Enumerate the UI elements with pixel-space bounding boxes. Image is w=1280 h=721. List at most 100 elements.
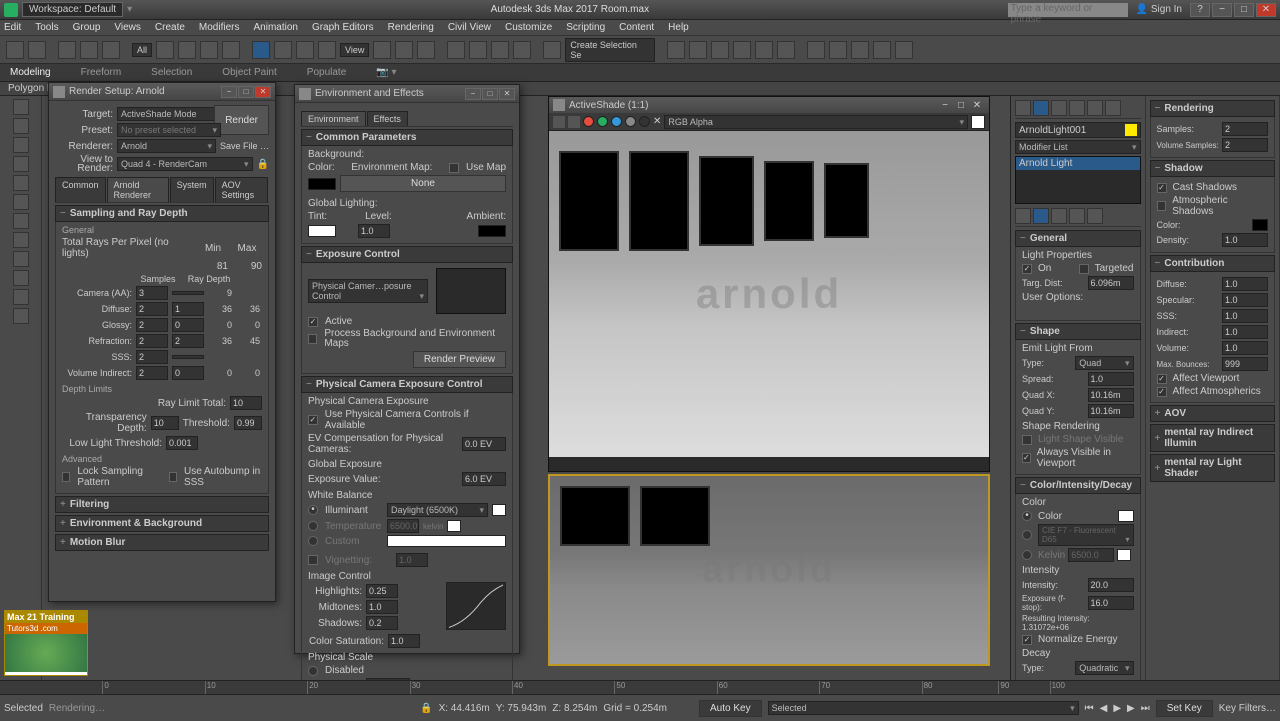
create-tab-icon[interactable]: [1015, 100, 1031, 116]
threshold-spinner[interactable]: 0.99: [234, 416, 262, 430]
preset-dropdown[interactable]: CIE F7 - Fluorescent D65: [1038, 524, 1134, 546]
keyfilters-link[interactable]: Key Filters…: [1219, 703, 1276, 714]
render-setup-icon[interactable]: [829, 41, 847, 59]
use-map-checkbox[interactable]: [449, 163, 459, 173]
density-spinner[interactable]: 1.0: [1222, 233, 1268, 247]
channel-mono-icon[interactable]: [639, 116, 650, 127]
dialog-titlebar[interactable]: Render Setup: Arnold −□✕: [49, 83, 275, 101]
select-icon[interactable]: [156, 41, 174, 59]
signin-link[interactable]: 👤 Sign In: [1136, 4, 1182, 15]
tool-icon[interactable]: [13, 270, 29, 286]
targeted-checkbox[interactable]: [1079, 264, 1089, 274]
sss-spinner[interactable]: 1.0: [1222, 309, 1268, 323]
placement-icon[interactable]: [318, 41, 336, 59]
menu-help[interactable]: Help: [668, 22, 689, 33]
menu-edit[interactable]: Edit: [4, 22, 21, 33]
rollout-rendering[interactable]: Rendering: [1150, 100, 1276, 117]
max-bounces-spinner[interactable]: 999: [1222, 357, 1268, 371]
keyboard-icon[interactable]: [417, 41, 435, 59]
active-checkbox[interactable]: [308, 317, 318, 327]
window-crossing-icon[interactable]: [222, 41, 240, 59]
save-image-icon[interactable]: [553, 116, 565, 128]
targ-dist-spinner[interactable]: 6.096m: [1088, 276, 1134, 290]
rollout-motion-blur[interactable]: Motion Blur: [55, 534, 269, 551]
autokey-button[interactable]: Auto Key: [699, 700, 762, 717]
tab-arnold-renderer[interactable]: Arnold Renderer: [107, 177, 169, 202]
vignetting-spinner[interactable]: 1.0: [396, 553, 428, 567]
render-frame-icon[interactable]: [851, 41, 869, 59]
close-icon[interactable]: ✕: [499, 88, 515, 100]
vol-samples-spinner[interactable]: 2: [1222, 138, 1268, 152]
ev-comp-spinner[interactable]: 0.0 EV: [462, 437, 506, 451]
configure-icon[interactable]: [1087, 208, 1103, 224]
user-options-field[interactable]: [1022, 303, 1134, 317]
menu-views[interactable]: Views: [114, 22, 141, 33]
kelvin-spinner[interactable]: 6500.0: [1068, 548, 1114, 562]
samples-spinner[interactable]: 2: [136, 366, 168, 380]
menu-animation[interactable]: Animation: [253, 22, 297, 33]
play-start-icon[interactable]: ⏮: [1085, 703, 1094, 714]
rollout-phys-exposure[interactable]: Physical Camera Exposure Control: [301, 376, 513, 393]
maximize-icon[interactable]: □: [238, 86, 254, 98]
percent-snap-icon[interactable]: [491, 41, 509, 59]
close-icon[interactable]: ✕: [255, 86, 271, 98]
redo-icon[interactable]: [28, 41, 46, 59]
clone-icon[interactable]: [568, 116, 580, 128]
rollout-exposure[interactable]: Exposure Control: [301, 246, 513, 263]
ribbon-toggle-icon[interactable]: [733, 41, 751, 59]
light-shape-checkbox[interactable]: [1022, 435, 1032, 445]
undo-icon[interactable]: [6, 41, 24, 59]
tab-system[interactable]: System: [170, 177, 214, 202]
viewport-titlebar[interactable]: ActiveShade (1:1) − □ ✕: [549, 97, 989, 113]
display-tab-icon[interactable]: [1087, 100, 1103, 116]
rollout-shape[interactable]: Shape: [1015, 323, 1141, 340]
process-bg-checkbox[interactable]: [308, 334, 317, 344]
ribbon-freeform[interactable]: Freeform: [81, 67, 122, 78]
search-input[interactable]: Type a keyword or phrase: [1008, 3, 1128, 17]
samples-spinner[interactable]: 2: [136, 318, 168, 332]
rollout-filtering[interactable]: Filtering: [55, 496, 269, 513]
show-end-icon[interactable]: [1033, 208, 1049, 224]
low-light-spinner[interactable]: 0.001: [166, 436, 198, 450]
exposure-type-dropdown[interactable]: Physical Camer…posure Control: [308, 279, 428, 303]
move-icon[interactable]: [252, 41, 270, 59]
tool-icon[interactable]: [13, 213, 29, 229]
rollout-mr-indirect[interactable]: mental ray Indirect Illumin: [1150, 424, 1276, 452]
stack-item[interactable]: Arnold Light: [1016, 157, 1140, 170]
raydepth-spinner[interactable]: 0: [172, 318, 204, 332]
selection-filter-dropdown[interactable]: All: [132, 43, 152, 57]
custom-swatch[interactable]: [387, 535, 506, 547]
use-phys-checkbox[interactable]: [308, 415, 318, 425]
decay-dropdown[interactable]: Quadratic: [1075, 661, 1133, 675]
close-icon[interactable]: ✕: [969, 100, 985, 111]
rollout-header[interactable]: Sampling and Ray Depth: [55, 205, 269, 222]
atm-shadows-checkbox[interactable]: [1157, 201, 1167, 211]
close-icon[interactable]: ✕: [1256, 3, 1276, 17]
pin-stack-icon[interactable]: [1015, 208, 1031, 224]
tab-environment[interactable]: Environment: [301, 111, 366, 126]
raydepth-spinner[interactable]: 1: [172, 302, 204, 316]
tool-icon[interactable]: [13, 308, 29, 324]
channel-green-icon[interactable]: [597, 116, 608, 127]
menu-graph-editors[interactable]: Graph Editors: [312, 22, 374, 33]
type-dropdown[interactable]: Quad: [1075, 356, 1133, 370]
menu-group[interactable]: Group: [73, 22, 101, 33]
affect-atm-checkbox[interactable]: [1157, 387, 1167, 397]
tool-icon[interactable]: [13, 251, 29, 267]
channel-dropdown[interactable]: RGB Alpha: [664, 115, 968, 129]
exposure-spinner[interactable]: 16.0: [1088, 596, 1134, 610]
bind-icon[interactable]: [102, 41, 120, 59]
quady-spinner[interactable]: 10.16m: [1088, 404, 1134, 418]
menu-rendering[interactable]: Rendering: [388, 22, 434, 33]
quadx-spinner[interactable]: 10.16m: [1088, 388, 1134, 402]
lock-icon[interactable]: 🔒: [420, 703, 432, 714]
modify-tab-icon[interactable]: [1033, 100, 1049, 116]
object-name-field[interactable]: ArnoldLight001: [1015, 122, 1141, 138]
ribbon-selection[interactable]: Selection: [151, 67, 192, 78]
menu-tools[interactable]: Tools: [35, 22, 58, 33]
diffuse-spinner[interactable]: 1.0: [1222, 277, 1268, 291]
kelvin-swatch[interactable]: [1117, 549, 1131, 561]
tint-swatch[interactable]: [308, 225, 336, 237]
channel-alpha-icon[interactable]: [625, 116, 636, 127]
unique-icon[interactable]: [1051, 208, 1067, 224]
